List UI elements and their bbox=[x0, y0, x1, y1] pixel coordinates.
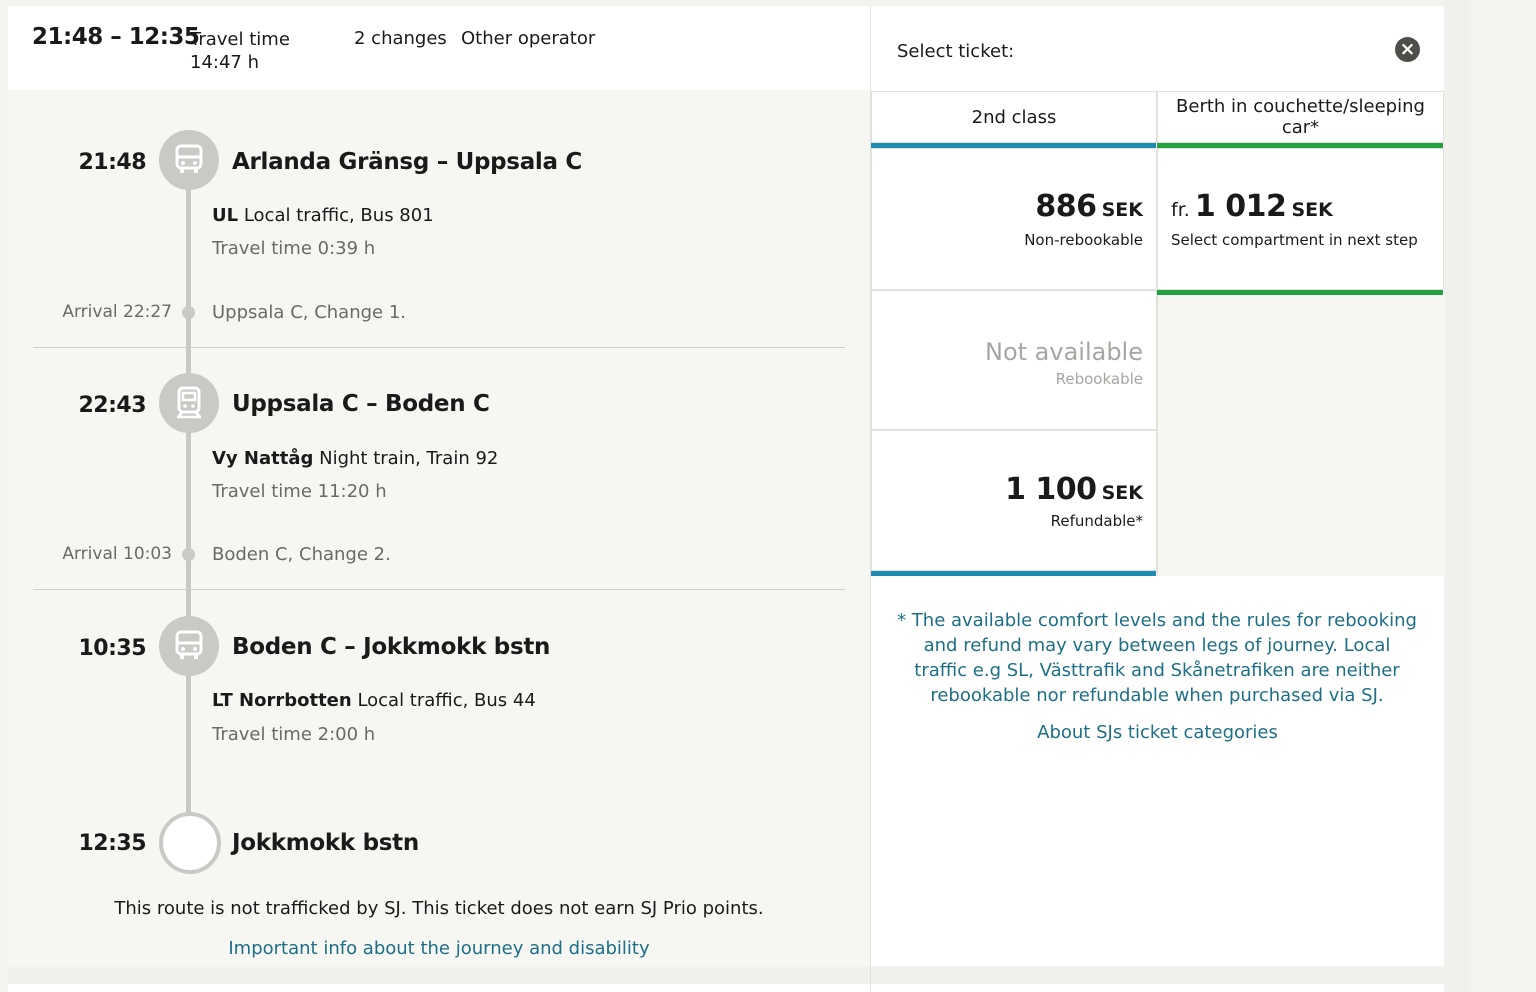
ticket-option-rebookable: Not available Rebookable bbox=[871, 290, 1157, 430]
ticket-condition: Refundable* bbox=[1050, 512, 1143, 530]
close-icon[interactable]: × bbox=[1395, 37, 1420, 62]
leg-service: LT Norrbotten Local traffic, Bus 44 bbox=[212, 690, 536, 711]
final-arrival-time: 12:35 bbox=[78, 831, 146, 856]
leg-operator: LT Norrbotten bbox=[212, 690, 352, 711]
leg-departure-time: 10:35 bbox=[78, 636, 146, 661]
disability-info-link[interactable]: Important info about the journey and dis… bbox=[8, 938, 870, 959]
leg-travel-time: Travel time 11:20 h bbox=[212, 481, 387, 502]
leg-arrival-stop: Boden C, Change 2. bbox=[212, 544, 391, 565]
ticket-condition: Select compartment in next step bbox=[1171, 231, 1418, 249]
leg-departure-time: 22:43 bbox=[78, 393, 146, 418]
ticket-condition: Non-rebookable bbox=[1024, 231, 1143, 249]
ticket-footnote: * The available comfort levels and the r… bbox=[897, 610, 1417, 706]
select-ticket-title: Select ticket: bbox=[897, 41, 1015, 62]
bus-icon bbox=[159, 130, 219, 190]
next-journey-card-tickets bbox=[871, 984, 1444, 992]
2nd-class-bottom-bar bbox=[871, 571, 1156, 576]
berth-empty-area bbox=[1157, 295, 1445, 576]
price-currency: SEK bbox=[1101, 199, 1143, 221]
arrival-dot bbox=[182, 548, 195, 561]
price-amount: 1 100 bbox=[1005, 472, 1097, 507]
leg-service-text: Local traffic, Bus 44 bbox=[357, 690, 536, 711]
leg-divider bbox=[33, 589, 845, 590]
ticket-option-refundable[interactable]: 1 100 SEK Refundable* bbox=[871, 430, 1157, 571]
leg-service-text: Local traffic, Bus 801 bbox=[243, 205, 434, 226]
leg-title: Boden C – Jokkmokk bstn bbox=[232, 634, 551, 660]
next-journey-card bbox=[8, 984, 870, 992]
journey-operator: Other operator bbox=[461, 28, 596, 49]
page-gutter bbox=[1444, 0, 1470, 992]
leg-arrival: Arrival 22:27 bbox=[62, 302, 172, 322]
leg-travel-time: Travel time 2:00 h bbox=[212, 724, 376, 745]
ticket-categories-link[interactable]: About SJs ticket categories bbox=[871, 722, 1444, 743]
sj-notice: This route is not trafficked by SJ. This… bbox=[114, 898, 764, 919]
price: 1 100 SEK bbox=[1005, 472, 1143, 507]
train-icon bbox=[159, 373, 219, 433]
column-header-2nd-class: 2nd class bbox=[871, 91, 1157, 143]
destination-circle-icon bbox=[159, 812, 221, 874]
leg-title: Arlanda Gränsg – Uppsala C bbox=[232, 149, 583, 175]
price-currency: SEK bbox=[1101, 482, 1143, 504]
journey-travel-time: Travel time 14:47 h bbox=[190, 29, 290, 73]
leg-operator: Vy Nattåg bbox=[212, 448, 314, 469]
leg-title: Uppsala C – Boden C bbox=[232, 391, 490, 417]
leg-service: Vy Nattåg Night train, Train 92 bbox=[212, 448, 498, 469]
price-amount: 1 012 bbox=[1194, 189, 1287, 224]
price: 886 SEK bbox=[1035, 189, 1143, 224]
price-amount: 886 bbox=[1035, 189, 1097, 224]
leg-service-text: Night train, Train 92 bbox=[319, 448, 499, 469]
ticket-condition: Rebookable bbox=[1055, 370, 1143, 388]
leg-arrival: Arrival 10:03 bbox=[62, 544, 172, 564]
bus-icon bbox=[159, 616, 219, 676]
journey-changes: 2 changes bbox=[354, 28, 447, 49]
price: fr. 1 012 SEK bbox=[1171, 189, 1333, 224]
price-prefix: fr. bbox=[1171, 199, 1190, 221]
destination-name: Jokkmokk bstn bbox=[232, 830, 419, 856]
arrival-dot bbox=[182, 306, 195, 319]
leg-departure-time: 21:48 bbox=[78, 150, 146, 175]
leg-operator: UL bbox=[212, 205, 239, 226]
price-currency: SEK bbox=[1291, 199, 1333, 221]
leg-service: UL Local traffic, Bus 801 bbox=[212, 205, 434, 226]
ticket-option-non-rebookable[interactable]: 886 SEK Non-rebookable bbox=[871, 148, 1157, 290]
not-available-label: Not available bbox=[984, 338, 1143, 366]
journey-time-range: 21:48 – 12:35 bbox=[32, 24, 200, 50]
leg-divider bbox=[33, 347, 845, 348]
leg-travel-time: Travel time 0:39 h bbox=[212, 238, 376, 259]
ticket-option-berth[interactable]: fr. 1 012 SEK Select compartment in next… bbox=[1157, 148, 1444, 290]
column-header-berth: Berth in couchette/sleeping car* bbox=[1157, 91, 1444, 143]
leg-arrival-stop: Uppsala C, Change 1. bbox=[212, 302, 407, 323]
